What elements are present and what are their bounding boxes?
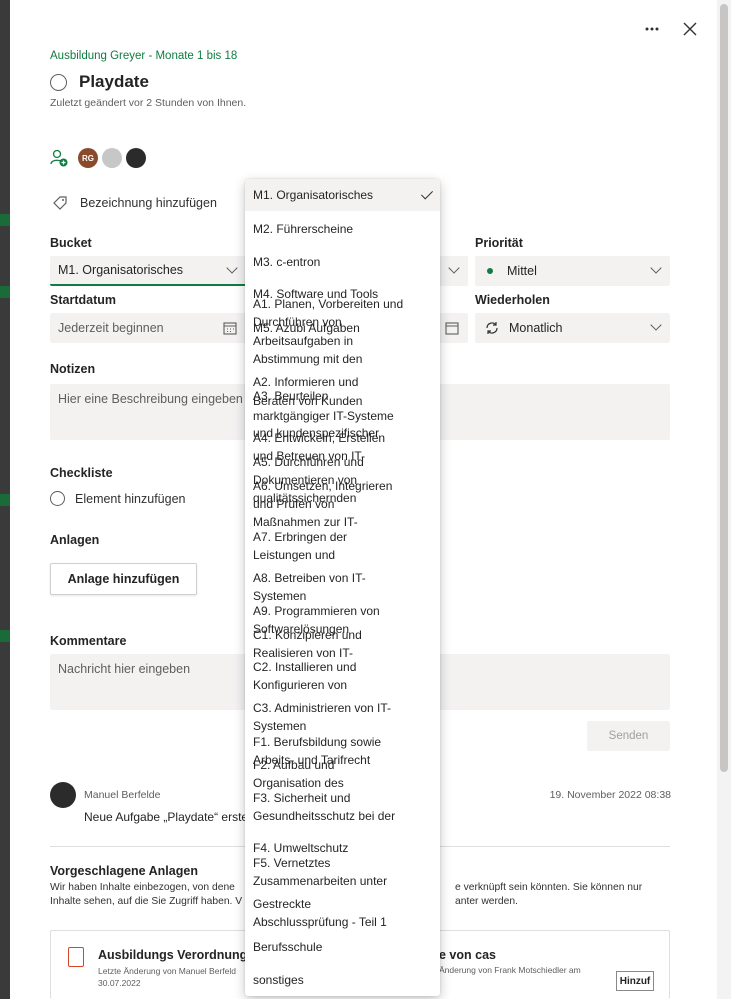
avatar[interactable]: RG: [78, 148, 98, 168]
add-attachment-button[interactable]: Anlage hinzufügen: [50, 563, 197, 595]
assignees: RG: [50, 148, 146, 168]
chevron-down-icon: [226, 262, 238, 274]
dropdown-option[interactable]: A8. Betreiben von IT-: [245, 569, 440, 587]
suggestion-title[interactable]: e von cas: [439, 948, 496, 962]
add-suggestion-button[interactable]: Hinzuf: [616, 971, 654, 991]
dropdown-option-text: und Prüfen von: [253, 497, 335, 511]
dropdown-option[interactable]: C1. Konzipieren und: [245, 626, 440, 644]
tag-icon: [53, 196, 67, 210]
checklist-label: Checkliste: [50, 466, 113, 480]
bucket-label: Bucket: [50, 236, 92, 250]
scrollbar[interactable]: [717, 0, 731, 999]
priority-label: Priorität: [475, 236, 523, 250]
calendar-icon[interactable]: [223, 321, 237, 335]
suggestion-modified: Letzte Änderung von Manuel Berfeld: [98, 966, 236, 976]
complete-task-checkbox[interactable]: [50, 73, 67, 91]
suggestion-meta: Letzte Änderung von Manuel Berfeld 30.07…: [98, 965, 236, 989]
comment-date: 19. November 2022 08:38: [549, 789, 671, 801]
add-checklist-item-text: Element hinzufügen: [75, 491, 186, 506]
add-checklist-item[interactable]: Element hinzufügen: [50, 491, 186, 506]
add-label-row[interactable]: Bezeichnung hinzufügen: [52, 195, 217, 211]
desc2-right: anter werden.: [455, 896, 518, 907]
avatar: [50, 782, 76, 808]
bucket-select[interactable]: M1. Organisatorisches: [50, 256, 246, 286]
dropdown-option-text: Leistungen und: [253, 548, 336, 562]
dropdown-option[interactable]: M2. Führerscheine: [245, 220, 440, 238]
dropdown-option-text: marktgängiger IT-Systeme: [253, 409, 394, 423]
suggestion-date: 30.07.2022: [98, 978, 141, 988]
repeat-value: Monatlich: [509, 321, 563, 335]
dropdown-option[interactable]: F2. Aufbau und: [245, 756, 440, 774]
chevron-down-icon: [650, 319, 662, 331]
desc2-left: Inhalte sehen, auf die Sie Zugriff haben…: [50, 896, 243, 907]
dropdown-option[interactable]: F3. Sicherheit und: [245, 789, 440, 807]
due-date-input[interactable]: [440, 313, 468, 343]
dropdown-option-text: Zusammenarbeiten unter: [253, 874, 388, 888]
task-details-panel: Ausbildung Greyer - Monate 1 bis 18 Play…: [10, 0, 731, 999]
dropdown-option[interactable]: F1. Berufsbildung sowie: [245, 733, 440, 751]
notes-label: Notizen: [50, 362, 96, 376]
backdrop: [0, 0, 10, 999]
priority-dot-icon: [487, 268, 493, 274]
send-button[interactable]: Senden: [587, 721, 670, 751]
pdf-file-icon: [68, 947, 84, 967]
notes-placeholder: Hier eine Beschreibung eingeben: [58, 392, 243, 406]
bucket-value: M1. Organisatorisches: [58, 263, 184, 277]
attachments-label: Anlagen: [50, 533, 100, 547]
scrollbar-thumb[interactable]: [720, 4, 728, 772]
dropdown-option-text: Konfigurieren von: [253, 678, 348, 692]
repeat-icon: [486, 322, 498, 334]
comment-text: Neue Aufgabe „Playdate“ erste: [84, 810, 249, 824]
plan-name-link[interactable]: Ausbildung Greyer - Monate 1 bis 18: [50, 50, 237, 62]
last-modified-text: Zuletzt geändert vor 2 Stunden von Ihnen…: [50, 97, 247, 109]
dropdown-option-text: Arbeitsaufgaben in: [253, 334, 354, 348]
add-label-text: Bezeichnung hinzufügen: [80, 196, 217, 210]
comment-placeholder: Nachricht hier eingeben: [58, 662, 191, 676]
dropdown-option[interactable]: Berufsschule: [245, 938, 440, 956]
suggested-attachments-title: Vorgeschlagene Anlagen: [50, 864, 198, 878]
avatar[interactable]: [126, 148, 146, 168]
suggestion-title[interactable]: Ausbildungs Verordnung: [98, 948, 247, 962]
add-assignee-icon[interactable]: [50, 149, 68, 167]
desc-left: Wir haben Inhalte einbezogen, von dene: [50, 882, 235, 893]
desc-right: e verknüpft sein könnten. Sie können nur: [455, 882, 643, 893]
task-title[interactable]: Playdate: [79, 72, 149, 92]
dropdown-option-text: Abstimmung mit den: [253, 352, 363, 366]
start-date-input[interactable]: Jederzeit beginnen: [50, 313, 246, 343]
bucket-dropdown-list: M1. Organisatorisches M2. Führerscheine …: [245, 179, 440, 996]
dropdown-option[interactable]: F5. Vernetztes: [245, 854, 440, 872]
calendar-icon[interactable]: [445, 321, 459, 335]
dropdown-option[interactable]: A4. Entwickeln, Erstellen: [245, 429, 440, 447]
more-options-icon[interactable]: [641, 18, 663, 40]
priority-value: Mittel: [507, 264, 537, 278]
repeat-select[interactable]: Monatlich: [475, 313, 670, 343]
dropdown-option[interactable]: M3. c-entron: [245, 253, 440, 271]
dropdown-option[interactable]: Gestreckte: [245, 895, 440, 913]
dropdown-option-text: Abschlussprüfung - Teil 1: [253, 915, 387, 929]
suggestion-meta: Änderung von Frank Motschiedler am: [439, 965, 581, 975]
chevron-down-icon: [650, 262, 662, 274]
title-row: Playdate: [50, 72, 149, 92]
dropdown-option[interactable]: sonstiges: [245, 971, 440, 989]
comment-author: Manuel Berfelde: [84, 789, 161, 801]
close-icon[interactable]: [679, 18, 701, 40]
priority-select[interactable]: Mittel: [475, 256, 670, 286]
chevron-down-icon: [448, 262, 460, 274]
dropdown-option[interactable]: C2. Installieren und: [245, 658, 440, 676]
dropdown-option[interactable]: M1. Organisatorisches: [245, 179, 440, 211]
checklist-circle-icon: [50, 491, 65, 506]
dropdown-option[interactable]: C3. Administrieren von IT-: [245, 699, 440, 717]
comments-label: Kommentare: [50, 634, 127, 648]
dropdown-option[interactable]: A7. Erbringen der: [245, 528, 440, 546]
progress-select[interactable]: [440, 256, 468, 286]
dropdown-option-text: Gesundheitsschutz bei der: [253, 809, 396, 823]
panel-header-actions: [641, 18, 701, 40]
repeat-label: Wiederholen: [475, 293, 550, 307]
dropdown-option[interactable]: A5. Durchführen und: [245, 453, 440, 471]
avatar[interactable]: [102, 148, 122, 168]
start-date-placeholder: Jederzeit beginnen: [58, 321, 164, 335]
dropdown-option[interactable]: A9. Programmieren von: [245, 602, 440, 620]
start-date-label: Startdatum: [50, 293, 116, 307]
